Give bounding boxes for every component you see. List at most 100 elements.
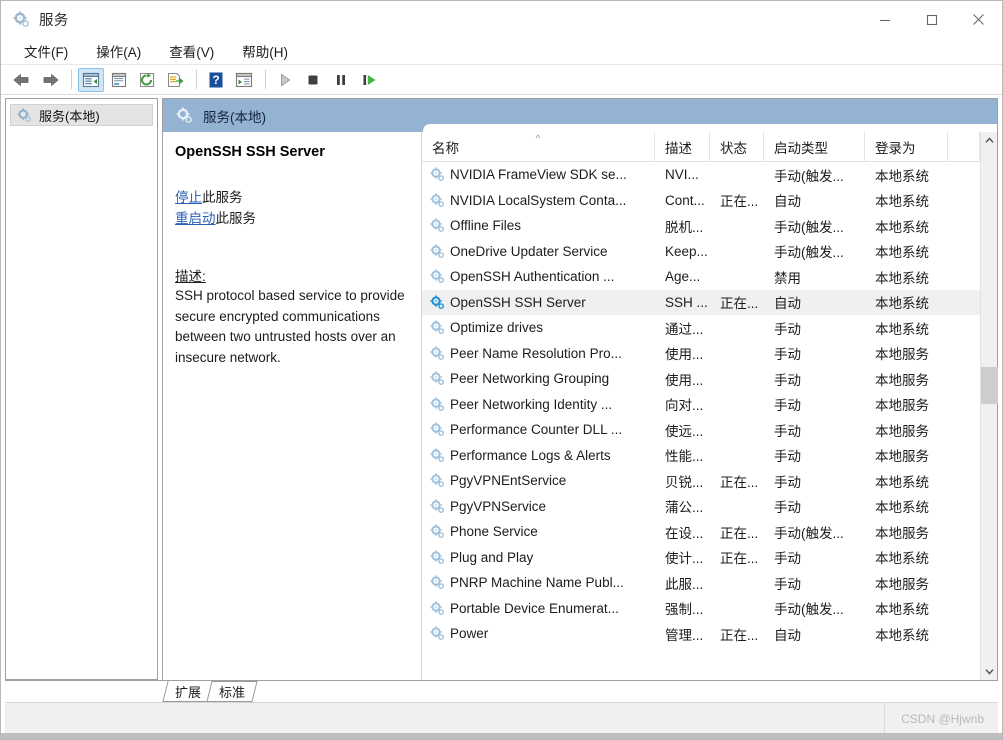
restart-icon <box>363 74 375 85</box>
pane-header-notch <box>423 124 997 132</box>
cell-startup-type: 禁用 <box>774 270 801 286</box>
service-name-label: OneDrive Updater Service <box>450 243 608 259</box>
menu-view[interactable]: 查看(V) <box>158 38 225 65</box>
table-row[interactable]: Phone Service 在设... 正在... 手动(触发... 本地服务 <box>422 519 980 545</box>
table-row[interactable]: OpenSSH SSH Server SSH ... 正在... 自动 本地系统 <box>422 289 980 315</box>
column-header-description[interactable]: 描述 <box>655 132 710 161</box>
table-row[interactable]: Performance Counter DLL ... 使远... 手动 本地服务 <box>422 417 980 443</box>
vertical-scrollbar[interactable] <box>980 132 998 680</box>
services-pane: 服务(本地) OpenSSH SSH Server 停止此服务 重启动此服务 描… <box>162 98 998 680</box>
column-header-status-label: 状态 <box>720 140 747 156</box>
table-row[interactable]: OpenSSH Authentication ... Age... 禁用 本地系统 <box>422 264 980 290</box>
help-button[interactable]: ? <box>203 68 229 92</box>
cell-service-name: OneDrive Updater Service <box>422 244 655 259</box>
cell-log-on-as: 本地系统 <box>875 219 929 235</box>
service-name-label: Portable Device Enumerat... <box>450 600 619 616</box>
cell-description: 此服... <box>665 576 704 592</box>
scroll-down-icon[interactable] <box>981 663 998 680</box>
restart-service-link-text[interactable]: 重启动 <box>175 211 216 226</box>
forward-button[interactable] <box>37 68 63 92</box>
play-icon <box>281 73 291 86</box>
table-row[interactable]: Peer Name Resolution Pro... 使用... 手动 本地服务 <box>422 341 980 367</box>
column-header-log-on-as[interactable]: 登录为 <box>865 132 948 161</box>
start-service-button[interactable] <box>272 68 298 92</box>
cell-service-name: OpenSSH Authentication ... <box>422 269 655 284</box>
cell-service-name: Peer Networking Identity ... <box>422 397 655 412</box>
table-row[interactable]: Optimize drives 通过... 手动 本地系统 <box>422 315 980 341</box>
service-gear-icon <box>430 524 445 539</box>
menu-file[interactable]: 文件(F) <box>13 38 79 65</box>
refresh-button[interactable] <box>134 68 160 92</box>
action-pane-icon <box>235 72 253 87</box>
scrollbar-thumb[interactable] <box>980 367 998 404</box>
cell-description: 使用... <box>665 372 704 388</box>
table-row[interactable]: NVIDIA LocalSystem Conta... Cont... 正在... 自… <box>422 188 980 214</box>
menu-help[interactable]: 帮助(H) <box>231 38 299 65</box>
table-row[interactable]: Portable Device Enumerat... 强制... 手动(触发...… <box>422 596 980 622</box>
menu-action[interactable]: 操作(A) <box>85 38 152 65</box>
service-detail-title: OpenSSH SSH Server <box>175 144 325 160</box>
arrow-left-icon <box>13 73 29 86</box>
cell-status: 正在... <box>720 525 759 541</box>
service-name-label: Power <box>450 626 489 642</box>
service-name-label: Optimize drives <box>450 320 544 336</box>
cell-service-name: OpenSSH SSH Server <box>422 295 655 310</box>
scrollbar-track[interactable] <box>980 149 998 663</box>
restart-service-link[interactable]: 重启动此服务 <box>175 208 407 229</box>
cell-log-on-as: 本地系统 <box>875 602 929 618</box>
service-gear-icon <box>430 499 445 514</box>
service-gear-icon <box>430 422 445 437</box>
tab-standard[interactable]: 标准 <box>206 681 258 702</box>
table-row[interactable]: Offline Files 脱机... 手动(触发... 本地系统 <box>422 213 980 239</box>
table-row[interactable]: OneDrive Updater Service Keep... 手动(触发... 本… <box>422 239 980 265</box>
title-bar: 服务 <box>1 1 1002 38</box>
stop-service-link[interactable]: 停止此服务 <box>175 187 407 208</box>
services-list: 名称 ^ 描述 状态 启动类型 登录为 NVIDIA FrameView SDK… <box>422 132 980 680</box>
cell-description: 使计... <box>665 551 704 567</box>
table-row[interactable]: Performance Logs & Alerts 性能... 手动 本地服务 <box>422 443 980 469</box>
cell-startup-type: 手动 <box>774 347 801 363</box>
table-row[interactable]: Peer Networking Identity ... 向对... 手动 本地服务 <box>422 392 980 418</box>
restart-service-link-suffix: 此服务 <box>215 211 257 227</box>
cell-log-on-as: 本地服务 <box>875 423 929 439</box>
show-hide-tree-button[interactable] <box>78 67 104 92</box>
scroll-up-icon[interactable] <box>981 132 998 149</box>
pause-service-button[interactable] <box>328 68 354 92</box>
column-header-description-label: 描述 <box>665 140 692 156</box>
cell-service-name: Phone Service <box>422 524 655 539</box>
table-row[interactable]: PgyVPNEntService 贝锐... 正在... 手动 本地系统 <box>422 468 980 494</box>
cell-log-on-as: 本地系统 <box>875 474 929 490</box>
service-gear-icon <box>430 473 445 488</box>
table-row[interactable]: Plug and Play 使计... 正在... 手动 本地系统 <box>422 545 980 571</box>
service-gear-icon <box>430 320 445 335</box>
service-gear-icon <box>430 269 445 284</box>
minimize-button[interactable] <box>861 1 908 38</box>
cell-service-name: Plug and Play <box>422 550 655 565</box>
table-row[interactable]: NVIDIA FrameView SDK se... NVI... 手动(触发...… <box>422 162 980 188</box>
cell-log-on-as: 本地服务 <box>875 372 929 388</box>
stop-service-link-text[interactable]: 停止 <box>175 190 202 205</box>
column-header-status[interactable]: 状态 <box>710 132 764 161</box>
properties-button[interactable] <box>106 68 132 92</box>
back-button[interactable] <box>9 68 35 92</box>
table-row[interactable]: PNRP Machine Name Publ... 此服... 手动 本地服务 <box>422 570 980 596</box>
watermark-text: CSDN @Hjwnb <box>884 703 998 735</box>
cell-description: 在设... <box>665 525 704 541</box>
maximize-button[interactable] <box>908 1 955 38</box>
cell-service-name: PNRP Machine Name Publ... <box>422 575 655 590</box>
table-row[interactable]: PgyVPNService 蒲公... 手动 本地系统 <box>422 494 980 520</box>
export-list-button[interactable] <box>162 68 188 92</box>
restart-service-button[interactable] <box>356 68 382 92</box>
tree-item-services-local[interactable]: 服务(本地) <box>10 104 153 126</box>
table-row[interactable]: Power 管理... 正在... 自动 本地系统 <box>422 621 980 647</box>
stop-service-button[interactable] <box>300 68 326 92</box>
close-button[interactable] <box>955 1 1002 38</box>
table-row[interactable]: Peer Networking Grouping 使用... 手动 本地服务 <box>422 366 980 392</box>
show-action-pane-button[interactable] <box>231 68 257 92</box>
service-name-label: OpenSSH Authentication ... <box>450 269 615 285</box>
column-header-log-on-as-label: 登录为 <box>875 140 916 156</box>
column-header-startup-type[interactable]: 启动类型 <box>764 132 865 161</box>
column-header-name[interactable]: 名称 ^ <box>422 132 655 161</box>
refresh-icon <box>140 72 154 87</box>
toolbar-separator-2 <box>196 70 197 89</box>
